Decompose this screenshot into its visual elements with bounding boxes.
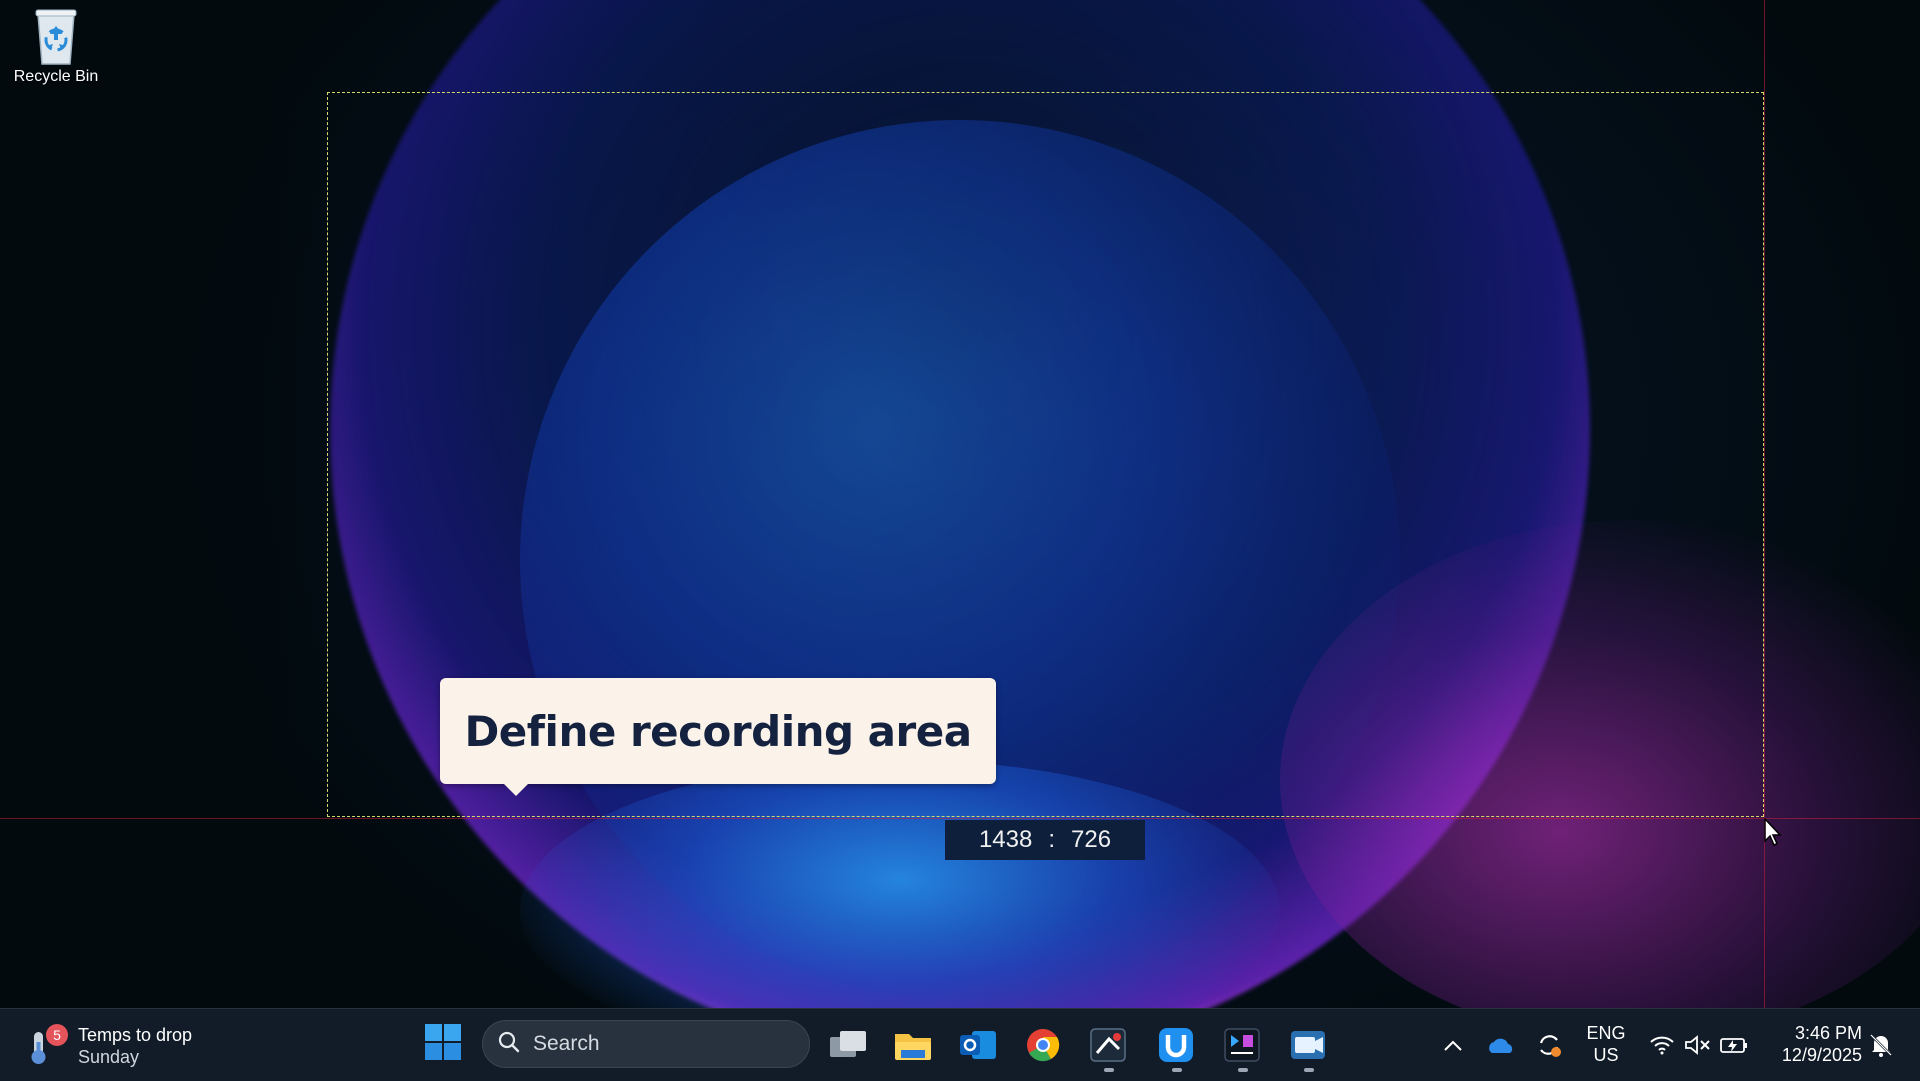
desktop-icon-label: Recycle Bin [13,68,99,85]
search-placeholder: Search [533,1032,600,1055]
dimension-readout: 1438 : 726 [945,820,1145,860]
taskbar-search-box[interactable]: Search [482,1020,810,1068]
desktop-icon-recycle-bin[interactable]: Recycle Bin [8,6,104,86]
screen-recorder-icon[interactable] [1086,1023,1130,1067]
define-area-callout: Define recording area [440,678,996,784]
thermometer-icon: 5 [26,1024,68,1066]
windows-start-icon[interactable] [424,1023,462,1066]
clock[interactable]: 3:46 PM 12/9/2025 [1766,1022,1862,1066]
crosshair-horizontal-guide [0,818,1920,819]
outlook-icon[interactable] [956,1023,1000,1067]
search-icon [497,1030,521,1059]
language-indicator[interactable]: ENG US [1584,1022,1628,1066]
camera-app-icon[interactable] [1286,1023,1330,1067]
language-secondary: US [1593,1045,1619,1065]
notification-icon[interactable] [1866,1030,1896,1060]
volume-muted-icon[interactable] [1683,1030,1713,1060]
running-indicator [1104,1068,1114,1072]
readout-separator: : [1048,826,1055,853]
sync-icon[interactable] [1534,1030,1564,1060]
task-view-icon[interactable] [826,1023,870,1067]
chrome-icon[interactable] [1021,1023,1065,1067]
wallpaper-shade [0,0,340,1080]
callout-text: Define recording area [464,706,972,756]
mouse-cursor-icon [1764,817,1784,853]
running-indicator [1304,1068,1314,1072]
crosshair-vertical-guide [1764,0,1765,1008]
language-primary: ENG [1586,1023,1626,1043]
height-readout: 726 [1071,826,1112,853]
running-indicator [1238,1068,1248,1072]
callout-tail [502,782,530,796]
clock-time: 3:46 PM [1794,1023,1862,1043]
running-indicator [1172,1068,1182,1072]
recycle-bin-icon [34,6,78,65]
wifi-icon[interactable] [1647,1030,1677,1060]
clock-date: 12/9/2025 [1781,1045,1862,1065]
u-app-icon[interactable] [1154,1023,1198,1067]
battery-icon[interactable] [1719,1030,1749,1060]
weather-widget[interactable]: 5 Temps to drop Sunday [26,1021,192,1071]
weather-subtitle: Sunday [78,1047,140,1067]
weather-title: Temps to drop [78,1025,193,1045]
chevron-up-icon[interactable] [1438,1030,1468,1060]
file-explorer-icon[interactable] [891,1023,935,1067]
onedrive-icon[interactable] [1486,1030,1516,1060]
video-editor-icon[interactable] [1220,1023,1264,1067]
weather-badge: 5 [46,1024,68,1046]
width-readout: 1438 [978,826,1033,853]
